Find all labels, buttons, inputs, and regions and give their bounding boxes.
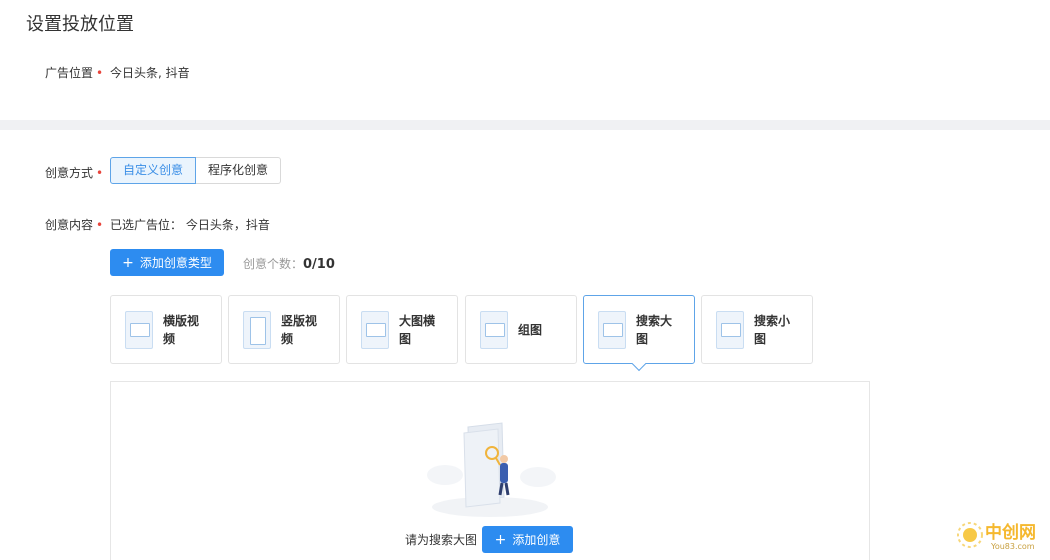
mode-custom-button[interactable]: 自定义创意 <box>110 157 197 184</box>
type-card-group-image[interactable]: 组图 <box>465 295 577 364</box>
selected-placements-text: 已选广告位： 今日头条，抖音 <box>110 218 270 232</box>
type-card-horizontal-video[interactable]: 横版视频 <box>110 295 222 364</box>
search-small-image-icon <box>716 311 744 349</box>
search-large-image-icon <box>598 311 626 349</box>
add-creative-type-button[interactable]: + 添加创意类型 <box>110 249 224 276</box>
empty-state-illustration-icon <box>427 422 556 517</box>
plus-icon: + <box>122 254 134 271</box>
creative-mode-label: 创意方式 • <box>45 166 104 180</box>
watermark-logo: 中创网 You83.com <box>955 512 1047 558</box>
large-image-icon <box>361 311 389 349</box>
type-label: 横版视频 <box>163 314 200 346</box>
plus-icon: + <box>494 531 507 548</box>
type-card-large-image[interactable]: 大图横图 <box>346 295 458 364</box>
type-label: 组图 <box>518 323 543 337</box>
placement-value: 今日头条, 抖音 <box>110 66 190 80</box>
type-card-search-large-image[interactable]: 搜索大图 <box>583 295 695 372</box>
mode-programmatic-button[interactable]: 程序化创意 <box>196 157 282 184</box>
type-label: 搜索大图 <box>636 314 673 346</box>
required-mark: • <box>96 66 104 80</box>
type-card-search-small-image[interactable]: 搜索小图 <box>701 295 813 364</box>
required-mark: • <box>96 166 104 180</box>
empty-hint-text: 请为搜索大图 <box>405 533 478 547</box>
horizontal-video-icon <box>125 311 153 349</box>
creative-count: 创意个数：0/10 <box>243 257 335 272</box>
type-card-vertical-video[interactable]: 竖版视频 <box>228 295 340 364</box>
placement-label: 广告位置 • <box>45 66 104 80</box>
placement-panel <box>0 0 1050 120</box>
creative-content-label: 创意内容 • <box>45 218 104 232</box>
vertical-video-icon <box>243 311 271 349</box>
type-label: 竖版视频 <box>281 314 318 346</box>
type-label: 搜索小图 <box>754 314 791 346</box>
add-creative-button[interactable]: + 添加创意 <box>482 526 573 553</box>
group-image-icon <box>480 311 508 349</box>
creative-mode-switch: 自定义创意 程序化创意 <box>110 157 282 184</box>
required-mark: • <box>96 218 104 232</box>
watermark-sun-icon <box>957 522 983 548</box>
page-title: 设置投放位置 <box>26 14 134 35</box>
type-label: 大图横图 <box>399 314 436 346</box>
